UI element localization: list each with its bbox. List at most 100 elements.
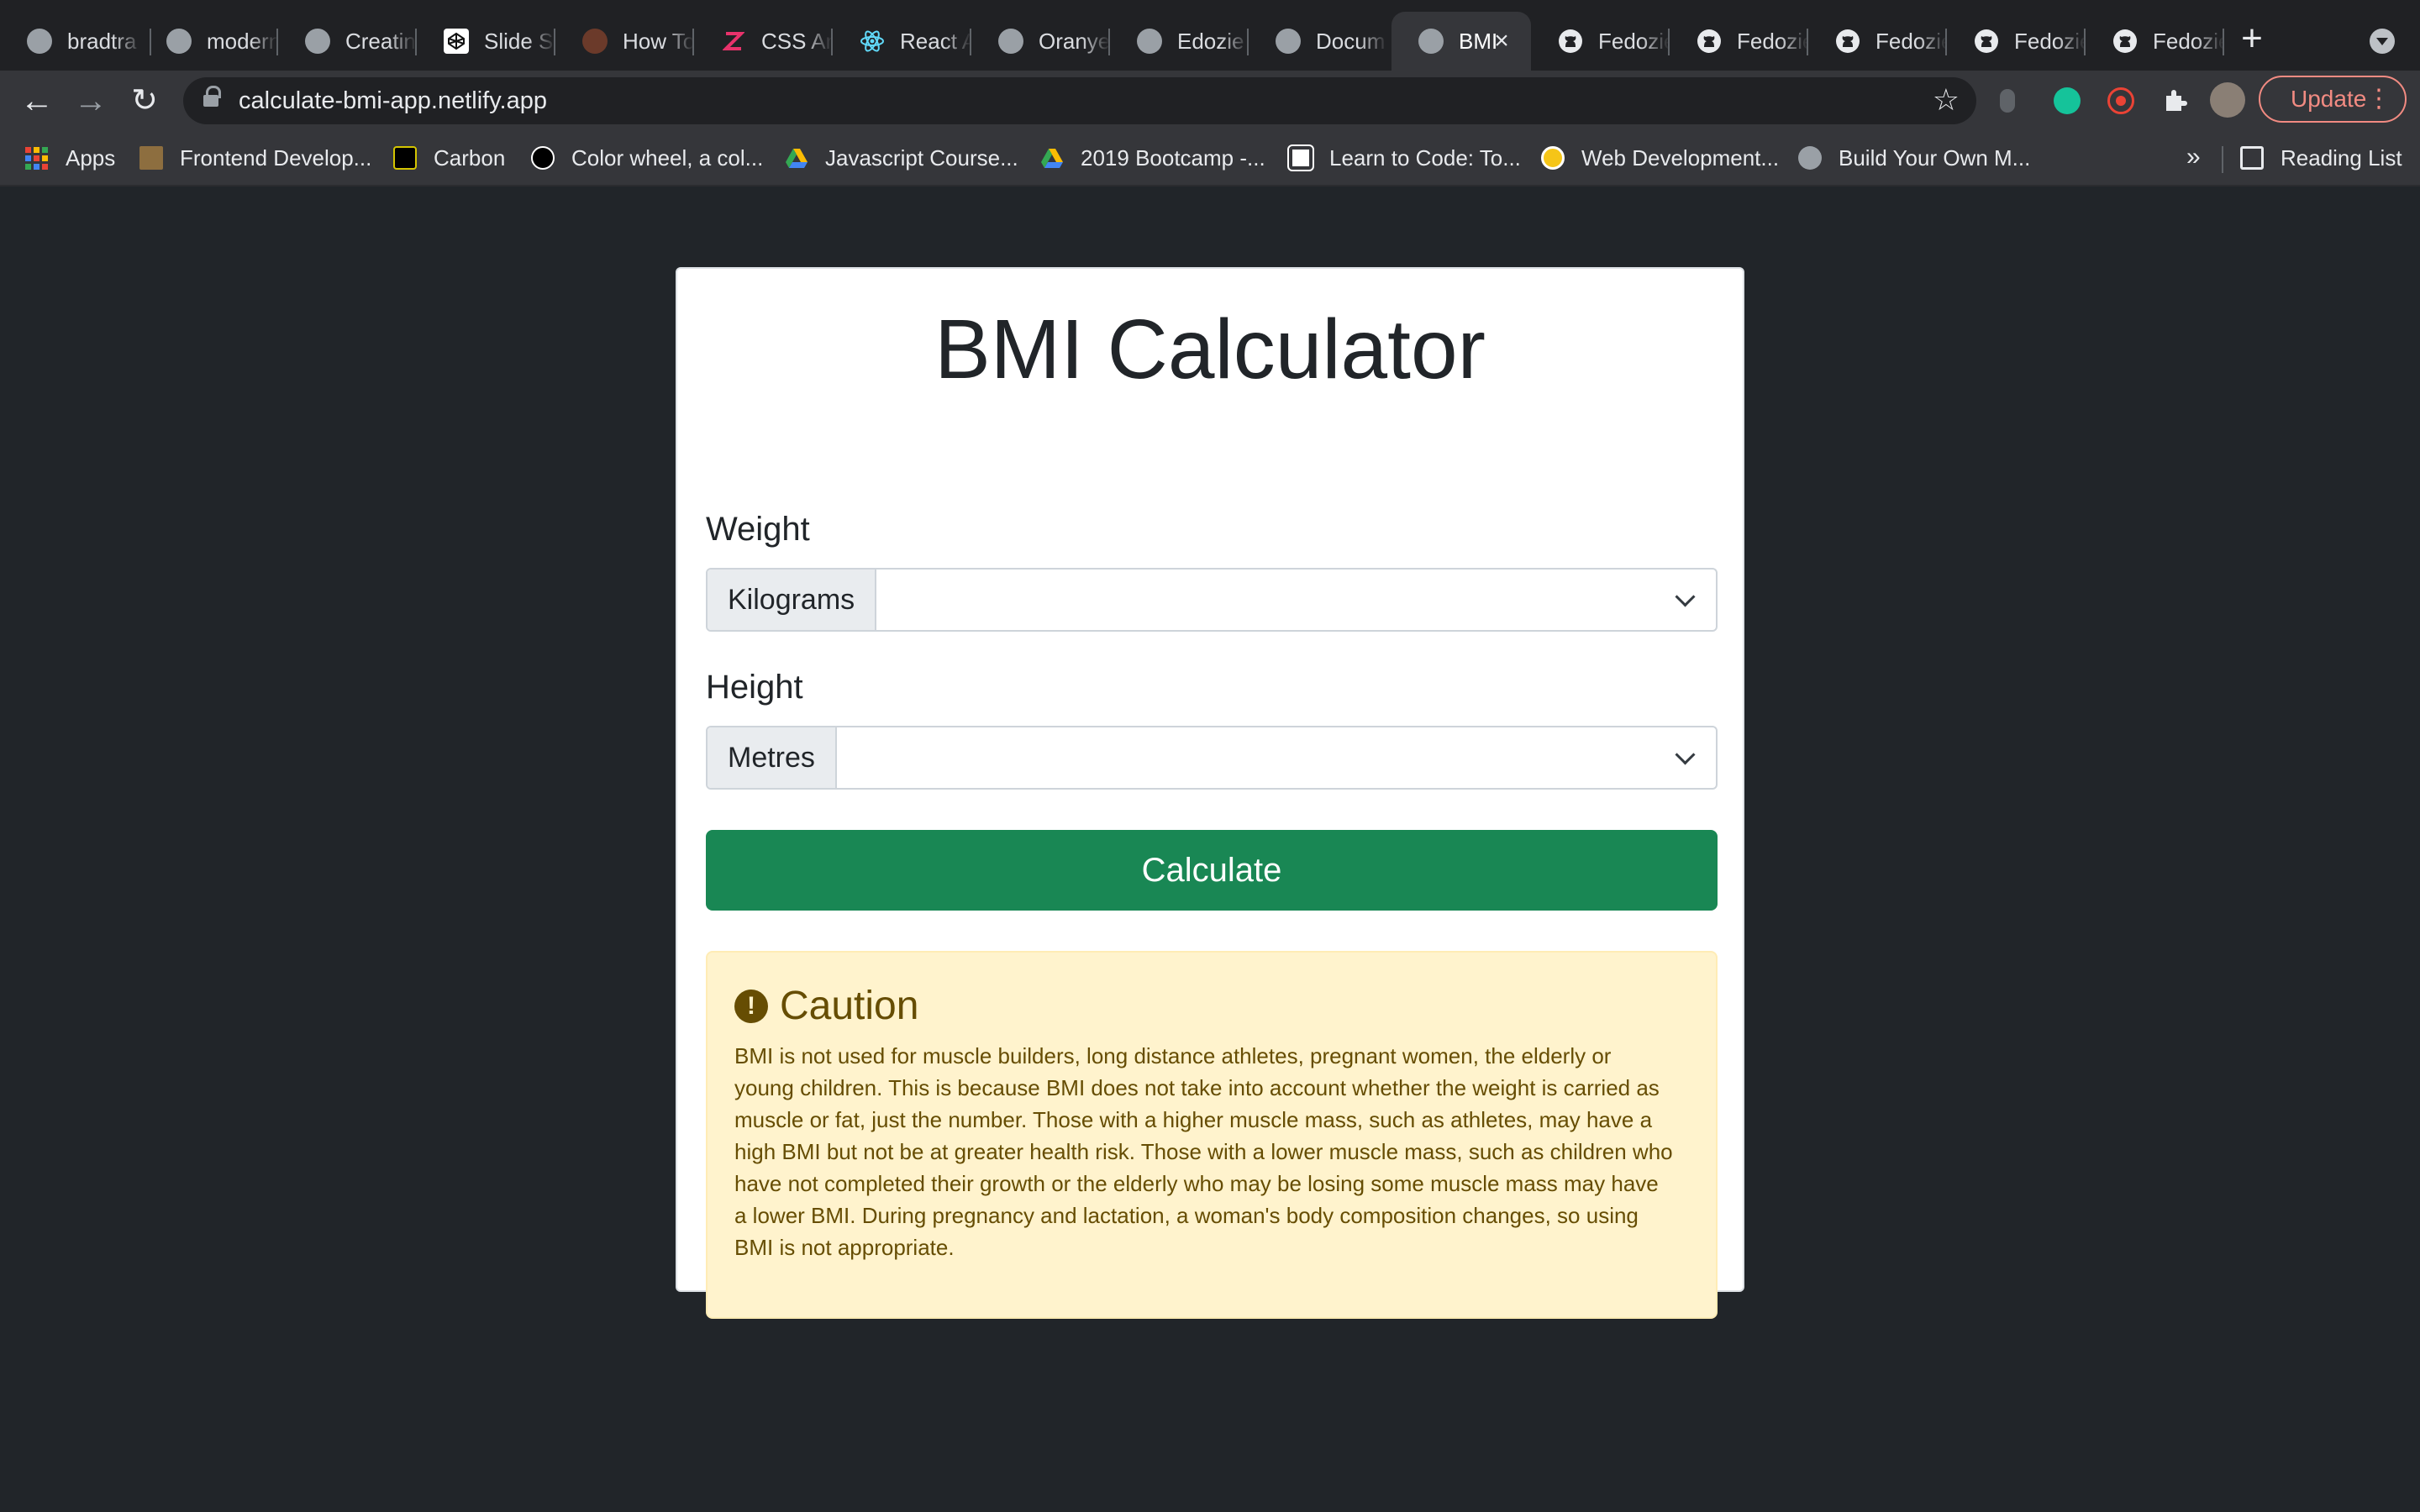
lock-icon: [203, 86, 221, 109]
bookmark-item[interactable]: Color wheel, a col...: [531, 143, 763, 173]
globe-icon: [166, 29, 192, 54]
more-menu-icon[interactable]: ⋮: [2366, 77, 2391, 121]
browser-tab[interactable]: Fedozie: [1531, 12, 1670, 71]
tab-title: How To: [623, 28, 694, 54]
browser-tab[interactable]: Fedozie: [2086, 12, 2224, 71]
caution-body: BMI is not used for muscle builders, lon…: [734, 1043, 1673, 1260]
tab-search-icon[interactable]: [2370, 29, 2395, 54]
github-icon: [1835, 29, 1860, 54]
globe-icon: [1137, 29, 1162, 54]
globe-icon: [1276, 29, 1301, 54]
tab-separator: [2223, 29, 2224, 55]
bookmark-item[interactable]: Learn to Code: To...: [1287, 143, 1521, 173]
calculate-button[interactable]: Calculate: [706, 830, 1718, 911]
github-icon: [2112, 29, 2138, 54]
profile-avatar[interactable]: [2210, 82, 2245, 118]
apps-grid-icon: [25, 146, 49, 170]
url-text[interactable]: calculate-bmi-app.netlify.app: [239, 87, 547, 115]
google-drive-icon: [1040, 146, 1064, 170]
tab-title: Fedozie: [2153, 28, 2224, 54]
browser-tab[interactable]: React A: [833, 12, 971, 71]
reading-list-button[interactable]: Reading List: [2240, 143, 2402, 173]
browser-tab[interactable]: Oranye: [971, 12, 1110, 71]
tab-strip: bradtra modern Creatin Slide Sl How To C…: [0, 0, 2420, 74]
bookmark-label: Carbon: [434, 144, 506, 171]
globe-icon: [1798, 146, 1822, 170]
bookmark-item[interactable]: Javascript Course...: [785, 143, 1018, 173]
weight-select[interactable]: [876, 570, 1716, 630]
tab-title: Fedozie: [1737, 28, 1808, 54]
globe-icon: [305, 29, 330, 54]
google-drive-icon: [785, 146, 808, 170]
tab-title: React A: [900, 28, 971, 54]
carbon-icon: [393, 146, 417, 170]
bmi-card: BMI Calculator Weight Kilograms Height M…: [676, 267, 1744, 1319]
back-icon[interactable]: ←: [17, 81, 57, 121]
browser-tab[interactable]: Fedozie: [1947, 12, 2086, 71]
height-input-group: Metres: [706, 726, 1718, 790]
extensions-puzzle-icon[interactable]: [2161, 87, 2188, 114]
extension-icon[interactable]: [2000, 89, 2015, 113]
browser-toolbar: ← → ↻ calculate-bmi-app.netlify.app ☆ Up…: [0, 71, 2420, 131]
browser-tab[interactable]: Fedozie: [1670, 12, 1808, 71]
update-button[interactable]: Update ⋮: [2259, 76, 2407, 123]
bookmark-label: Web Development...: [1581, 144, 1780, 171]
update-label: Update: [2291, 86, 2367, 112]
height-select[interactable]: [837, 727, 1716, 788]
height-label: Height: [706, 669, 803, 706]
bookmarks-bar: Apps Frontend Develop... Carbon Color wh…: [0, 131, 2420, 186]
tab-title: Fedozie: [1598, 28, 1670, 54]
browser-tab[interactable]: modern: [139, 12, 278, 71]
zeplin-icon: [721, 29, 746, 54]
record-icon[interactable]: [2107, 87, 2134, 114]
tab-title: modern: [207, 28, 278, 54]
browser-tab[interactable]: Fedozie: [1808, 12, 1947, 71]
tab-title: Fedozie: [1876, 28, 1947, 54]
bookmarks-separator: [2222, 146, 2223, 173]
browser-tab[interactable]: CSS An: [694, 12, 833, 71]
browser-tab-active[interactable]: BMI ×: [1392, 12, 1531, 71]
bookmark-label: Color wheel, a col...: [571, 144, 764, 171]
bookmark-apps[interactable]: Apps: [25, 143, 115, 173]
grammarly-icon[interactable]: [2054, 87, 2081, 114]
weight-unit-addon: Kilograms: [708, 570, 877, 630]
browser-tab[interactable]: Slide Sl: [417, 12, 555, 71]
bookmark-item[interactable]: Frontend Develop...: [139, 143, 371, 173]
bookmark-label: Learn to Code: To...: [1329, 144, 1521, 171]
bookmark-item[interactable]: Build Your Own M...: [1798, 143, 2030, 173]
browser-tab[interactable]: bradtra: [0, 12, 151, 71]
browser-tab[interactable]: How To: [555, 12, 694, 71]
caution-alert: ! Caution BMI is not used for muscle bui…: [706, 951, 1718, 1319]
globe-icon: [27, 29, 52, 54]
caution-title: Caution: [780, 984, 919, 1028]
browser-tab[interactable]: Docum: [1249, 12, 1387, 71]
bookmark-item[interactable]: Web Development...: [1541, 143, 1779, 173]
browser-tab[interactable]: Creatin: [278, 12, 417, 71]
page-viewport: BMI Calculator Weight Kilograms Height M…: [0, 186, 2420, 1512]
bookmark-label: Frontend Develop...: [180, 144, 372, 171]
graduation-cap-icon: [139, 146, 163, 170]
reading-list-icon: [2240, 146, 2264, 170]
caution-header: ! Caution: [734, 983, 918, 1029]
codepen-icon: [444, 29, 469, 54]
bookmark-label: Apps: [66, 144, 116, 171]
address-bar[interactable]: calculate-bmi-app.netlify.app ☆: [183, 77, 1976, 124]
github-icon: [1697, 29, 1722, 54]
bookmark-star-icon[interactable]: ☆: [1933, 82, 1960, 118]
react-icon: [860, 29, 885, 54]
forward-icon[interactable]: →: [71, 81, 111, 121]
chevron-down-icon: [1676, 590, 1694, 608]
new-tab-button[interactable]: +: [2235, 20, 2269, 57]
globe-icon: [1418, 29, 1444, 54]
browser-tab[interactable]: Edozie: [1110, 12, 1249, 71]
tab-title: Fedozie: [2014, 28, 2086, 54]
reload-icon[interactable]: ↻: [124, 81, 165, 121]
weight-label: Weight: [706, 511, 810, 548]
freecodecamp-icon: [1287, 144, 1314, 171]
more-bookmarks-button[interactable]: »: [2186, 143, 2201, 171]
bookmark-item[interactable]: 2019 Bootcamp -...: [1040, 143, 1265, 173]
udemy-icon: [1541, 146, 1565, 170]
bookmark-item[interactable]: Carbon: [393, 143, 505, 173]
close-tab-icon[interactable]: ×: [1489, 29, 1514, 54]
globe-icon: [998, 29, 1023, 54]
